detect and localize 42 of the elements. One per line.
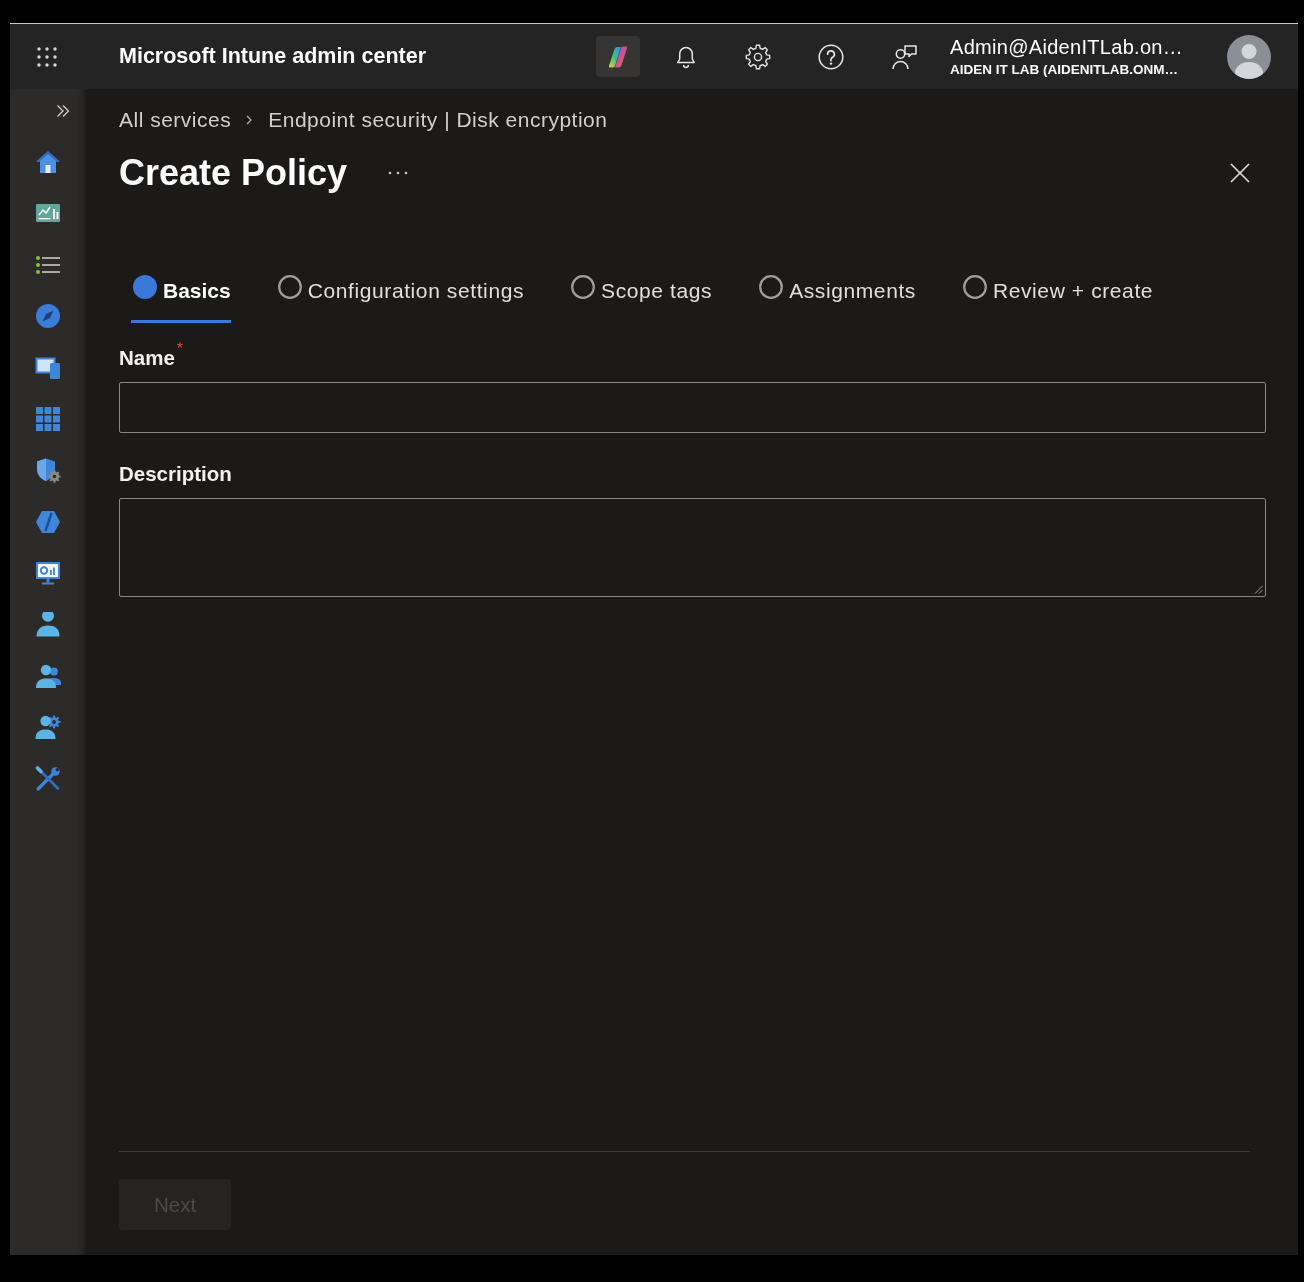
monitor-chart-icon[interactable] [35,560,61,587]
person-speech-icon[interactable] [891,43,917,70]
text-input-field[interactable] [119,382,1266,433]
step-circle-icon [571,275,596,299]
text-area-field[interactable] [119,498,1266,597]
avatar-icon[interactable] [1227,34,1271,79]
settings-icon[interactable] [745,43,771,70]
assistant-button[interactable] [596,36,640,77]
user-icon[interactable] [35,611,61,638]
wizard-tab[interactable]: Scope tags [569,268,713,323]
field-label: Description [119,461,232,487]
step-circle-icon [133,275,157,299]
wizard-tab[interactable]: Basics [131,268,231,323]
app-title: Microsoft Intune admin center [119,44,427,69]
expand-icon[interactable] [56,104,70,118]
close-icon[interactable] [1230,163,1250,183]
user-gear-icon[interactable] [35,714,61,741]
app-launcher-icon[interactable] [37,46,57,67]
wizard-tab[interactable]: Assignments [757,268,916,323]
account-name[interactable]: Admin@AidenITLab.on… [950,34,1205,59]
tools-icon[interactable] [35,765,61,792]
step-circle-icon [962,275,987,299]
bell-icon[interactable] [674,44,698,69]
resize-handle-icon[interactable] [1254,585,1263,594]
chevron-right-icon [246,115,253,125]
step-circle-icon [277,275,302,299]
breadcrumb-link[interactable]: Endpoint security | Disk encryption [268,107,608,133]
step-circle-icon [759,275,784,299]
compass-icon[interactable] [35,303,61,330]
grid-icon[interactable] [35,405,61,432]
wizard-tab[interactable]: Configuration settings [275,268,525,323]
field-label: Name [119,345,175,371]
shield-gear-icon[interactable] [35,457,61,484]
users-icon[interactable] [35,662,61,689]
tenant-name: AIDEN IT LAB (AIDENITLAB.ONM… [950,60,1179,79]
breadcrumb-link[interactable]: All services [119,107,232,133]
wizard-tab[interactable]: Review + create [960,268,1154,323]
hexagon-icon[interactable] [35,508,61,535]
page-title: Create Policy [119,151,348,195]
home-icon[interactable] [35,149,61,175]
required-mark: * [176,342,184,356]
help-icon[interactable] [818,43,844,70]
